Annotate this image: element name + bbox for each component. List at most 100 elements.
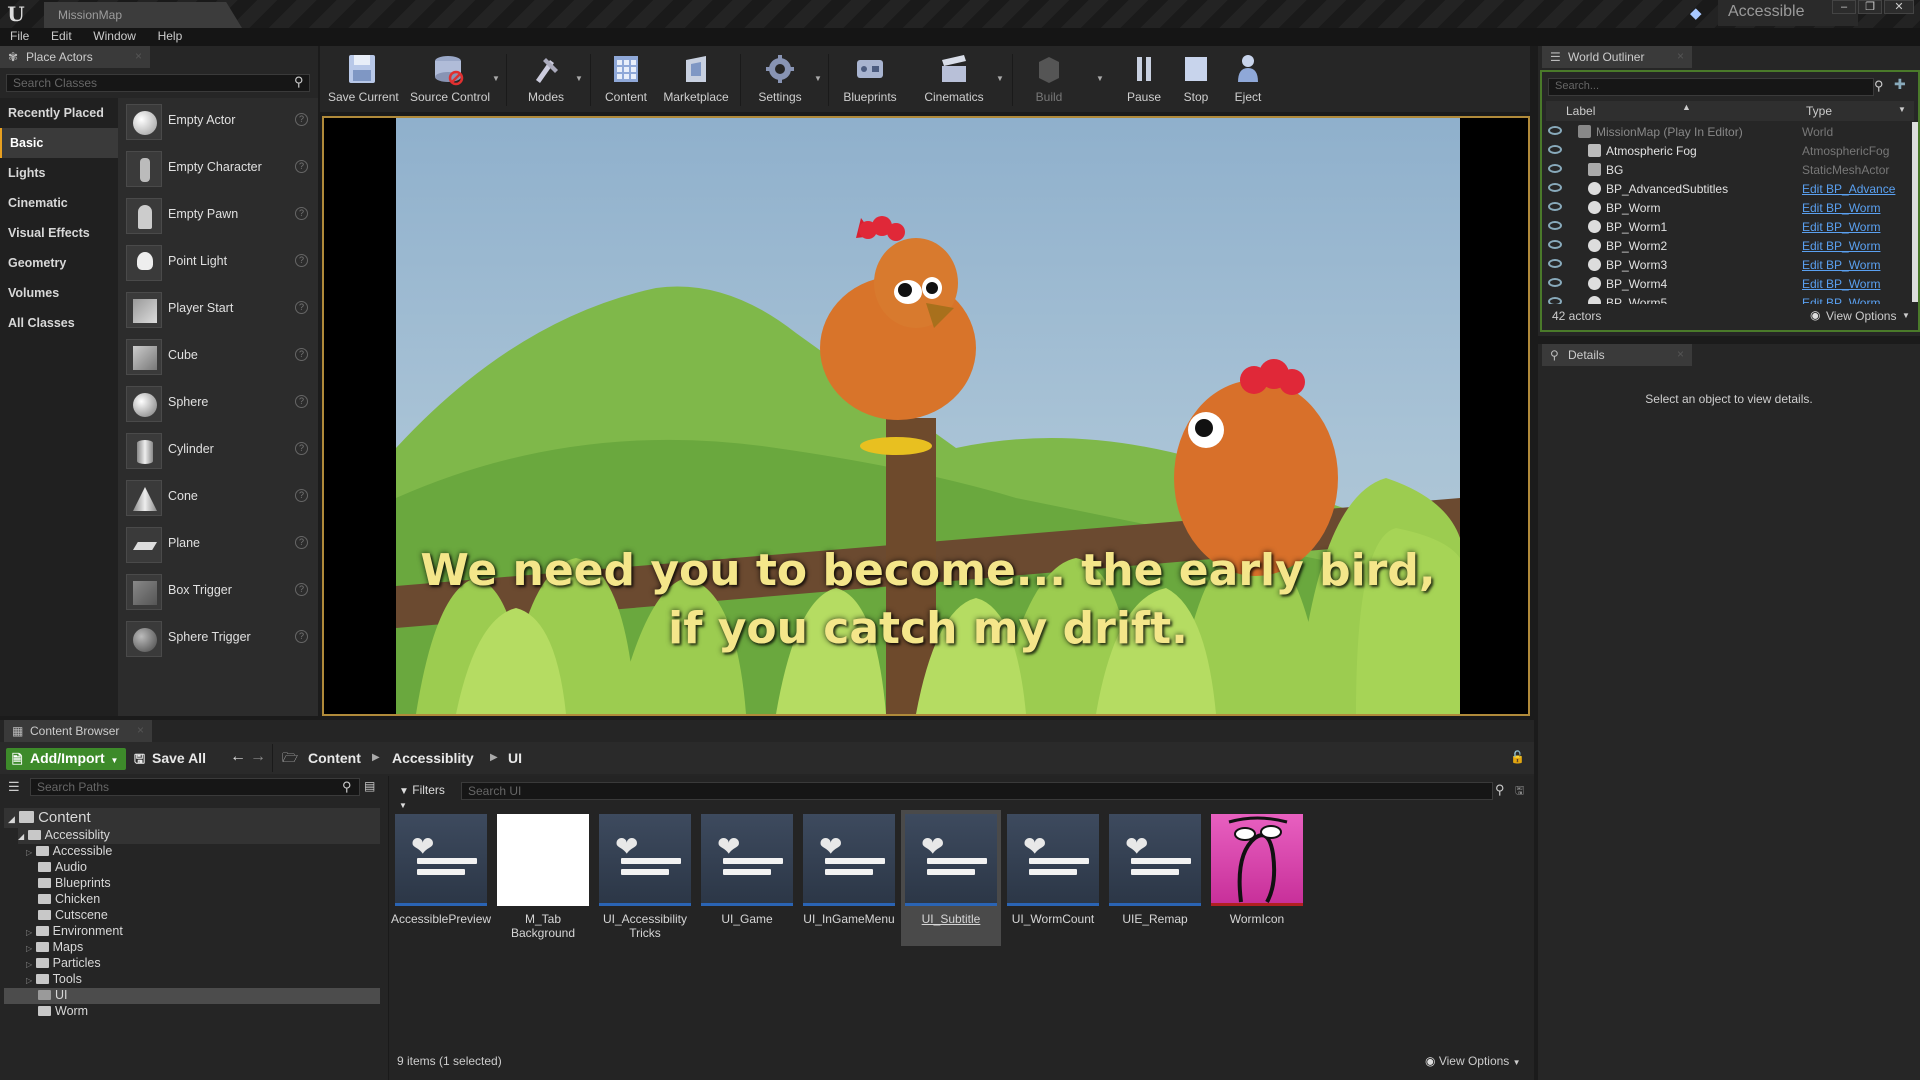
actor-item-empty-pawn[interactable]: Empty Pawn ?: [118, 192, 318, 239]
edit-blueprint-link[interactable]: Edit BP_Advance: [1802, 182, 1910, 196]
lock-icon[interactable]: 🔓: [1510, 750, 1525, 764]
help-icon[interactable]: ?: [295, 160, 308, 173]
actor-item-sphere-trigger[interactable]: Sphere Trigger ?: [118, 615, 318, 662]
stop-button[interactable]: Stop: [1172, 50, 1220, 108]
edit-blueprint-link[interactable]: Edit BP_Worm: [1802, 277, 1910, 291]
category-basic[interactable]: Basic: [0, 128, 118, 158]
source-control-dropdown-icon[interactable]: ▼: [492, 74, 500, 83]
asset-tile[interactable]: ❤ UI_Game: [697, 810, 797, 946]
build-dropdown-icon[interactable]: ▼: [1096, 74, 1104, 83]
close-tab-icon[interactable]: ×: [137, 723, 144, 737]
tree-item-cutscene[interactable]: Cutscene: [38, 908, 108, 924]
restore-icon[interactable]: ❐: [1858, 0, 1882, 14]
expand-arrow-icon[interactable]: ▷: [26, 848, 32, 857]
menu-file[interactable]: File: [0, 28, 37, 43]
actor-item-cylinder[interactable]: Cylinder ?: [118, 427, 318, 474]
document-tab[interactable]: MissionMap: [44, 2, 242, 28]
help-icon[interactable]: ?: [295, 583, 308, 596]
tree-item-chicken[interactable]: Chicken: [38, 892, 100, 908]
help-icon[interactable]: ?: [295, 348, 308, 361]
visibility-eye-icon[interactable]: [1548, 297, 1562, 304]
modes-button[interactable]: Modes: [514, 50, 578, 108]
asset-tile[interactable]: ❤ UIE_Remap: [1105, 810, 1205, 946]
settings-button[interactable]: Settings: [748, 50, 812, 108]
tree-item-particles[interactable]: ▷ Particles: [26, 956, 101, 972]
menu-edit[interactable]: Edit: [41, 28, 80, 43]
outliner-row[interactable]: BP_Worm Edit BP_Worm: [1546, 199, 1910, 218]
tree-item-audio[interactable]: Audio: [38, 860, 87, 876]
help-icon[interactable]: ?: [295, 536, 308, 549]
breadcrumb-ui[interactable]: UI: [508, 750, 522, 766]
tree-item-tools[interactable]: ▷ Tools: [26, 972, 82, 988]
actor-item-sphere[interactable]: Sphere ?: [118, 380, 318, 427]
tab-content-browser[interactable]: ▦ Content Browser ×: [4, 720, 152, 742]
visibility-eye-icon[interactable]: [1548, 145, 1562, 154]
asset-tile[interactable]: ❤ AccessiblePreview: [391, 810, 491, 946]
content-button[interactable]: Content: [598, 50, 654, 108]
expand-arrow-icon[interactable]: ▷: [26, 960, 32, 969]
search-icon[interactable]: ⚲: [1874, 78, 1884, 94]
edit-blueprint-link[interactable]: Edit BP_Worm: [1802, 296, 1910, 304]
view-options-button[interactable]: ◉ View Options ▼: [1425, 1054, 1521, 1068]
eject-button[interactable]: Eject: [1224, 50, 1272, 108]
edit-blueprint-link[interactable]: Edit BP_Worm: [1802, 201, 1910, 215]
help-icon[interactable]: ?: [295, 442, 308, 455]
help-icon[interactable]: ?: [295, 254, 308, 267]
help-icon[interactable]: ?: [295, 113, 308, 126]
outliner-row[interactable]: MissionMap (Play In Editor) World: [1546, 123, 1910, 142]
menu-window[interactable]: Window: [83, 28, 144, 43]
view-options-dropdown-icon[interactable]: ▼: [1902, 311, 1910, 320]
outliner-row[interactable]: BG StaticMeshActor: [1546, 161, 1910, 180]
actor-item-player-start[interactable]: Player Start ?: [118, 286, 318, 333]
category-volumes[interactable]: Volumes: [0, 278, 118, 308]
settings-dropdown-icon[interactable]: ▼: [814, 74, 822, 83]
actor-item-point-light[interactable]: Point Light ?: [118, 239, 318, 286]
category-all-classes[interactable]: All Classes: [0, 308, 118, 338]
visibility-eye-icon[interactable]: [1548, 183, 1562, 192]
visibility-eye-icon[interactable]: [1548, 221, 1562, 230]
asset-tile[interactable]: ❤ UI_InGameMenu: [799, 810, 899, 946]
save-search-icon[interactable]: 🖫: [1515, 782, 1524, 801]
pause-button[interactable]: Pause: [1120, 50, 1168, 108]
tab-details[interactable]: ⚲ Details ×: [1542, 344, 1692, 366]
marketplace-button[interactable]: Marketplace: [660, 50, 732, 108]
breadcrumb-separator-icon[interactable]: ▶: [490, 752, 498, 763]
edit-blueprint-link[interactable]: Edit BP_Worm: [1802, 239, 1910, 253]
close-tab-icon[interactable]: ×: [1677, 49, 1684, 63]
category-cinematic[interactable]: Cinematic: [0, 188, 118, 218]
collapse-arrow-icon[interactable]: ◢: [18, 832, 24, 841]
breadcrumb-content[interactable]: Content: [308, 750, 361, 766]
search-icon[interactable]: ⚲: [294, 74, 304, 90]
tree-item-accessiblity[interactable]: ◢ Accessiblity: [18, 828, 380, 844]
expand-arrow-icon[interactable]: ▷: [26, 928, 32, 937]
close-tab-icon[interactable]: ×: [1677, 347, 1684, 361]
tree-item-maps[interactable]: ▷ Maps: [26, 940, 83, 956]
actor-item-cube[interactable]: Cube ?: [118, 333, 318, 380]
cinematics-dropdown-icon[interactable]: ▼: [996, 74, 1004, 83]
expand-arrow-icon[interactable]: ▷: [26, 976, 32, 985]
view-options-button[interactable]: View Options: [1826, 309, 1896, 323]
outliner-row[interactable]: BP_Worm4 Edit BP_Worm: [1546, 275, 1910, 294]
pin-icon[interactable]: ✚: [1894, 76, 1906, 93]
search-icon[interactable]: ⚲: [342, 779, 352, 795]
help-icon[interactable]: ?: [295, 395, 308, 408]
forward-arrow-icon[interactable]: →: [250, 748, 266, 766]
help-icon[interactable]: ?: [295, 301, 308, 314]
level-viewport[interactable]: We need you to become... the early bird,…: [322, 116, 1530, 716]
search-paths-input[interactable]: Search Paths: [30, 778, 360, 796]
search-assets-input[interactable]: Search UI: [461, 782, 1493, 800]
asset-tile[interactable]: ❤ UI_WormCount: [1003, 810, 1103, 946]
search-classes-input[interactable]: Search Classes: [6, 74, 310, 92]
actor-item-cone[interactable]: Cone ?: [118, 474, 318, 521]
actor-item-empty-character[interactable]: Empty Character ?: [118, 145, 318, 192]
tree-item-blueprints[interactable]: Blueprints: [38, 876, 111, 892]
tree-item-worm[interactable]: Worm: [38, 1004, 88, 1020]
source-control-button[interactable]: Source Control: [410, 50, 490, 108]
actor-item-box-trigger[interactable]: Box Trigger ?: [118, 568, 318, 615]
visibility-eye-icon[interactable]: [1548, 126, 1562, 135]
save-all-button[interactable]: 🖫 Save All: [134, 750, 206, 766]
collapse-arrow-icon[interactable]: ◢: [8, 814, 15, 824]
search-icon[interactable]: ⚲: [1495, 782, 1505, 798]
edit-blueprint-link[interactable]: Edit BP_Worm: [1802, 258, 1910, 272]
tab-world-outliner[interactable]: ☰ World Outliner ×: [1542, 46, 1692, 68]
